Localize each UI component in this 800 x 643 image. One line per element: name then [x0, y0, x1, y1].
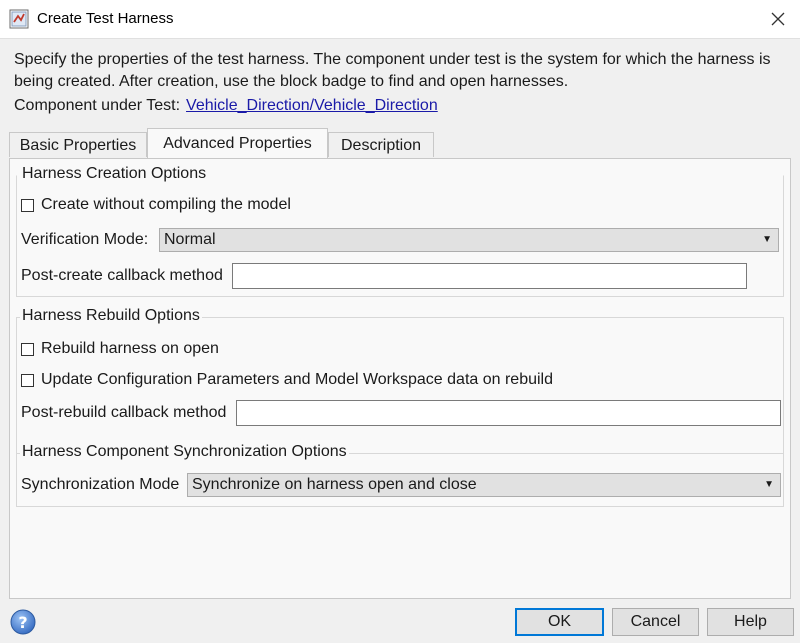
- tab-description[interactable]: Description: [328, 132, 434, 157]
- advanced-properties-panel: Harness Creation Options Create without …: [9, 158, 791, 599]
- sync-mode-label: Synchronization Mode: [21, 476, 180, 493]
- simulink-icon: [9, 9, 29, 29]
- tab-basic-properties[interactable]: Basic Properties: [9, 132, 147, 157]
- verification-mode-select[interactable]: Normal ▼: [159, 228, 779, 252]
- tab-advanced-properties[interactable]: Advanced Properties: [147, 128, 328, 158]
- title-bar: Create Test Harness: [0, 0, 800, 39]
- question-icon[interactable]: ?: [10, 609, 36, 635]
- create-without-compiling-checkbox[interactable]: [21, 198, 34, 212]
- component-under-test-link[interactable]: Vehicle_Direction/Vehicle_Direction: [186, 97, 438, 114]
- harness-creation-title: Harness Creation Options: [20, 164, 209, 184]
- dialog-content: Specify the properties of the test harne…: [0, 39, 800, 599]
- create-without-compiling-label: Create without compiling the model: [41, 196, 291, 213]
- harness-sync-title: Harness Component Synchronization Option…: [20, 442, 349, 462]
- post-rebuild-callback-label: Post-rebuild callback method: [21, 404, 227, 421]
- cancel-button[interactable]: Cancel: [612, 608, 699, 636]
- post-create-callback-input[interactable]: [232, 263, 747, 289]
- harness-rebuild-title: Harness Rebuild Options: [20, 306, 202, 326]
- description-text: Specify the properties of the test harne…: [14, 51, 771, 90]
- sync-mode-value: Synchronize on harness open and close: [192, 476, 477, 493]
- component-under-test-row: Component under Test: Vehicle_Direction/V…: [14, 97, 438, 115]
- sync-mode-row: Synchronization Mode: [21, 476, 179, 494]
- post-create-callback-label: Post-create callback method: [21, 267, 223, 284]
- close-icon: [771, 12, 785, 26]
- svg-text:?: ?: [18, 613, 27, 632]
- verification-mode-value: Normal: [164, 231, 216, 248]
- window-title: Create Test Harness: [37, 10, 174, 27]
- verification-mode-row: Verification Mode:: [21, 231, 148, 249]
- sync-mode-select[interactable]: Synchronize on harness open and close ▼: [187, 473, 781, 497]
- dialog-footer: ? OK Cancel Help: [0, 600, 800, 643]
- post-create-callback-row: Post-create callback method: [21, 267, 223, 285]
- chevron-down-icon: ▼: [762, 234, 772, 245]
- verification-mode-label: Verification Mode:: [21, 231, 149, 248]
- update-config-label: Update Configuration Parameters and Mode…: [41, 371, 553, 388]
- update-config-checkbox[interactable]: [21, 373, 34, 387]
- create-without-compiling-row[interactable]: Create without compiling the model: [21, 196, 291, 214]
- help-button[interactable]: Help: [707, 608, 794, 636]
- ok-button[interactable]: OK: [515, 608, 604, 636]
- update-config-row[interactable]: Update Configuration Parameters and Mode…: [21, 371, 553, 389]
- post-rebuild-callback-row: Post-rebuild callback method: [21, 404, 226, 422]
- rebuild-on-open-checkbox[interactable]: [21, 342, 34, 356]
- rebuild-on-open-label: Rebuild harness on open: [41, 340, 219, 357]
- chevron-down-icon: ▼: [764, 479, 774, 490]
- component-under-test-label: Component under Test:: [14, 97, 181, 114]
- rebuild-on-open-row[interactable]: Rebuild harness on open: [21, 340, 219, 358]
- close-button[interactable]: [756, 0, 800, 38]
- harness-creation-group: Harness Creation Options Create without …: [16, 164, 784, 297]
- harness-sync-group: Harness Component Synchronization Option…: [16, 442, 784, 507]
- post-rebuild-callback-input[interactable]: [236, 400, 781, 426]
